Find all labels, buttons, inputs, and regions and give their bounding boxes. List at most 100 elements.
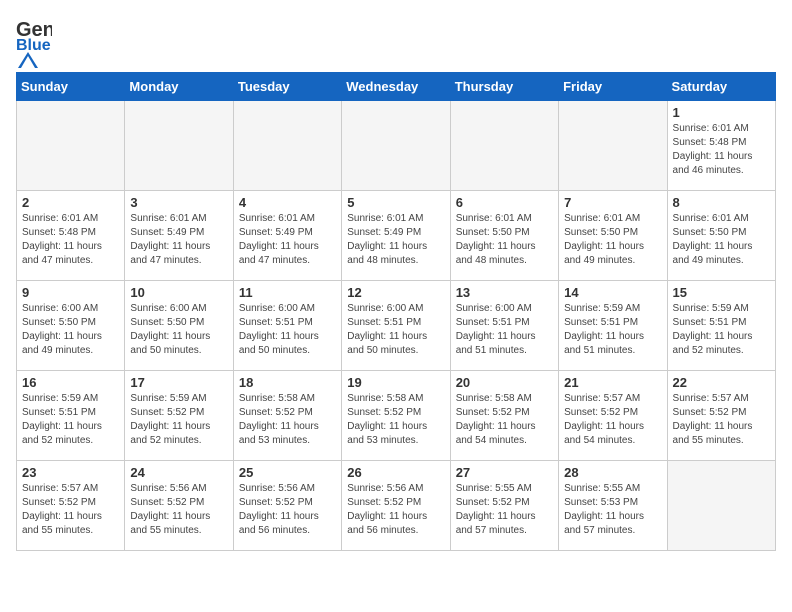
calendar-cell: 27 Sunrise: 5:55 AM Sunset: 5:52 PM Dayli… bbox=[450, 461, 558, 551]
day-info: Sunrise: 6:01 AM Sunset: 5:50 PM Dayligh… bbox=[673, 212, 770, 268]
weekday-header-monday: Monday bbox=[125, 73, 233, 101]
calendar-cell: 7Sunrise: 6:01 AM Sunset: 5:50 PM Daylig… bbox=[559, 191, 667, 281]
calendar-cell: 16 Sunrise: 5:59 AM Sunset: 5:51 PM Dayli… bbox=[17, 371, 125, 461]
day-info: Sunrise: 5:57 AM Sunset: 5:52 PM Dayligh… bbox=[673, 392, 770, 448]
weekday-header-thursday: Thursday bbox=[450, 73, 558, 101]
logo-triangle-icon bbox=[18, 52, 38, 68]
weekday-header-wednesday: Wednesday bbox=[342, 73, 450, 101]
day-number: 4 bbox=[239, 195, 336, 210]
day-info: Sunrise: 6:01 AM Sunset: 5:48 PM Dayligh… bbox=[673, 122, 770, 178]
day-number: 11 bbox=[239, 285, 336, 300]
calendar-cell: 19 Sunrise: 5:58 AM Sunset: 5:52 PM Dayli… bbox=[342, 371, 450, 461]
day-info: Sunrise: 6:00 AM Sunset: 5:50 PM Dayligh… bbox=[22, 302, 119, 358]
day-number: 25 bbox=[239, 465, 336, 480]
weekday-header-tuesday: Tuesday bbox=[233, 73, 341, 101]
calendar-cell bbox=[17, 101, 125, 191]
day-info: Sunrise: 6:01 AM Sunset: 5:48 PM Dayligh… bbox=[22, 212, 119, 268]
day-info: Sunrise: 5:59 AM Sunset: 5:51 PM Dayligh… bbox=[673, 302, 770, 358]
day-number: 16 bbox=[22, 375, 119, 390]
logo: General Blue bbox=[16, 16, 52, 64]
calendar-cell: 24 Sunrise: 5:56 AM Sunset: 5:52 PM Dayli… bbox=[125, 461, 233, 551]
day-number: 3 bbox=[130, 195, 227, 210]
day-number: 10 bbox=[130, 285, 227, 300]
logo-icon: General Blue bbox=[16, 16, 52, 52]
day-number: 28 bbox=[564, 465, 661, 480]
day-number: 13 bbox=[456, 285, 553, 300]
day-info: Sunrise: 6:00 AM Sunset: 5:51 PM Dayligh… bbox=[456, 302, 553, 358]
calendar-cell bbox=[450, 101, 558, 191]
calendar-week-5: 23 Sunrise: 5:57 AM Sunset: 5:52 PM Dayli… bbox=[17, 461, 776, 551]
day-info: Sunrise: 5:56 AM Sunset: 5:52 PM Dayligh… bbox=[130, 482, 227, 538]
day-number: 2 bbox=[22, 195, 119, 210]
weekday-header-sunday: Sunday bbox=[17, 73, 125, 101]
calendar-cell: 3Sunrise: 6:01 AM Sunset: 5:49 PM Daylig… bbox=[125, 191, 233, 281]
calendar-cell: 9 Sunrise: 6:00 AM Sunset: 5:50 PM Daylig… bbox=[17, 281, 125, 371]
weekday-header-friday: Friday bbox=[559, 73, 667, 101]
calendar-cell: 18Sunrise: 5:58 AM Sunset: 5:52 PM Dayli… bbox=[233, 371, 341, 461]
day-info: Sunrise: 5:58 AM Sunset: 5:52 PM Dayligh… bbox=[456, 392, 553, 448]
calendar-cell: 25 Sunrise: 5:56 AM Sunset: 5:52 PM Dayli… bbox=[233, 461, 341, 551]
day-number: 18 bbox=[239, 375, 336, 390]
day-number: 8 bbox=[673, 195, 770, 210]
day-number: 23 bbox=[22, 465, 119, 480]
calendar-cell: 17 Sunrise: 5:59 AM Sunset: 5:52 PM Dayli… bbox=[125, 371, 233, 461]
calendar-table: SundayMondayTuesdayWednesdayThursdayFrid… bbox=[16, 72, 776, 551]
calendar-week-2: 2 Sunrise: 6:01 AM Sunset: 5:48 PM Daylig… bbox=[17, 191, 776, 281]
calendar-week-4: 16 Sunrise: 5:59 AM Sunset: 5:51 PM Dayli… bbox=[17, 371, 776, 461]
page-header: General Blue bbox=[16, 16, 776, 64]
day-info: Sunrise: 6:01 AM Sunset: 5:49 PM Dayligh… bbox=[239, 212, 336, 268]
day-info: Sunrise: 5:57 AM Sunset: 5:52 PM Dayligh… bbox=[22, 482, 119, 538]
calendar-header-row: SundayMondayTuesdayWednesdayThursdayFrid… bbox=[17, 73, 776, 101]
weekday-header-saturday: Saturday bbox=[667, 73, 775, 101]
day-info: Sunrise: 6:01 AM Sunset: 5:49 PM Dayligh… bbox=[347, 212, 444, 268]
day-info: Sunrise: 5:55 AM Sunset: 5:53 PM Dayligh… bbox=[564, 482, 661, 538]
day-number: 5 bbox=[347, 195, 444, 210]
day-info: Sunrise: 6:00 AM Sunset: 5:51 PM Dayligh… bbox=[347, 302, 444, 358]
calendar-cell: 12 Sunrise: 6:00 AM Sunset: 5:51 PM Dayli… bbox=[342, 281, 450, 371]
calendar-cell bbox=[342, 101, 450, 191]
day-info: Sunrise: 5:59 AM Sunset: 5:51 PM Dayligh… bbox=[22, 392, 119, 448]
day-number: 1 bbox=[673, 105, 770, 120]
svg-text:Blue: Blue bbox=[16, 37, 51, 52]
day-info: Sunrise: 6:01 AM Sunset: 5:50 PM Dayligh… bbox=[456, 212, 553, 268]
day-info: Sunrise: 5:56 AM Sunset: 5:52 PM Dayligh… bbox=[239, 482, 336, 538]
day-info: Sunrise: 6:00 AM Sunset: 5:51 PM Dayligh… bbox=[239, 302, 336, 358]
day-number: 7 bbox=[564, 195, 661, 210]
calendar-cell: 28 Sunrise: 5:55 AM Sunset: 5:53 PM Dayli… bbox=[559, 461, 667, 551]
day-info: Sunrise: 5:59 AM Sunset: 5:52 PM Dayligh… bbox=[130, 392, 227, 448]
calendar-cell: 14Sunrise: 5:59 AM Sunset: 5:51 PM Dayli… bbox=[559, 281, 667, 371]
day-number: 22 bbox=[673, 375, 770, 390]
calendar-cell: 8 Sunrise: 6:01 AM Sunset: 5:50 PM Daylig… bbox=[667, 191, 775, 281]
calendar-cell: 4 Sunrise: 6:01 AM Sunset: 5:49 PM Daylig… bbox=[233, 191, 341, 281]
calendar-week-1: 1 Sunrise: 6:01 AM Sunset: 5:48 PM Daylig… bbox=[17, 101, 776, 191]
day-number: 27 bbox=[456, 465, 553, 480]
calendar-cell bbox=[559, 101, 667, 191]
calendar-week-3: 9 Sunrise: 6:00 AM Sunset: 5:50 PM Daylig… bbox=[17, 281, 776, 371]
calendar-cell: 23 Sunrise: 5:57 AM Sunset: 5:52 PM Dayli… bbox=[17, 461, 125, 551]
day-info: Sunrise: 5:55 AM Sunset: 5:52 PM Dayligh… bbox=[456, 482, 553, 538]
day-number: 24 bbox=[130, 465, 227, 480]
calendar-cell: 11 Sunrise: 6:00 AM Sunset: 5:51 PM Dayli… bbox=[233, 281, 341, 371]
day-number: 9 bbox=[22, 285, 119, 300]
day-number: 6 bbox=[456, 195, 553, 210]
day-number: 17 bbox=[130, 375, 227, 390]
calendar-cell bbox=[667, 461, 775, 551]
day-info: Sunrise: 5:56 AM Sunset: 5:52 PM Dayligh… bbox=[347, 482, 444, 538]
day-number: 19 bbox=[347, 375, 444, 390]
calendar-cell: 21Sunrise: 5:57 AM Sunset: 5:52 PM Dayli… bbox=[559, 371, 667, 461]
day-number: 20 bbox=[456, 375, 553, 390]
day-info: Sunrise: 6:00 AM Sunset: 5:50 PM Dayligh… bbox=[130, 302, 227, 358]
day-number: 26 bbox=[347, 465, 444, 480]
calendar-cell: 20 Sunrise: 5:58 AM Sunset: 5:52 PM Dayli… bbox=[450, 371, 558, 461]
calendar-cell bbox=[233, 101, 341, 191]
day-info: Sunrise: 5:58 AM Sunset: 5:52 PM Dayligh… bbox=[347, 392, 444, 448]
calendar-cell: 10 Sunrise: 6:00 AM Sunset: 5:50 PM Dayli… bbox=[125, 281, 233, 371]
calendar-cell: 22 Sunrise: 5:57 AM Sunset: 5:52 PM Dayli… bbox=[667, 371, 775, 461]
calendar-cell: 26 Sunrise: 5:56 AM Sunset: 5:52 PM Dayli… bbox=[342, 461, 450, 551]
calendar-cell: 6 Sunrise: 6:01 AM Sunset: 5:50 PM Daylig… bbox=[450, 191, 558, 281]
calendar-cell: 13 Sunrise: 6:00 AM Sunset: 5:51 PM Dayli… bbox=[450, 281, 558, 371]
calendar-cell: 15Sunrise: 5:59 AM Sunset: 5:51 PM Dayli… bbox=[667, 281, 775, 371]
day-number: 14 bbox=[564, 285, 661, 300]
calendar-cell: 2 Sunrise: 6:01 AM Sunset: 5:48 PM Daylig… bbox=[17, 191, 125, 281]
day-number: 12 bbox=[347, 285, 444, 300]
